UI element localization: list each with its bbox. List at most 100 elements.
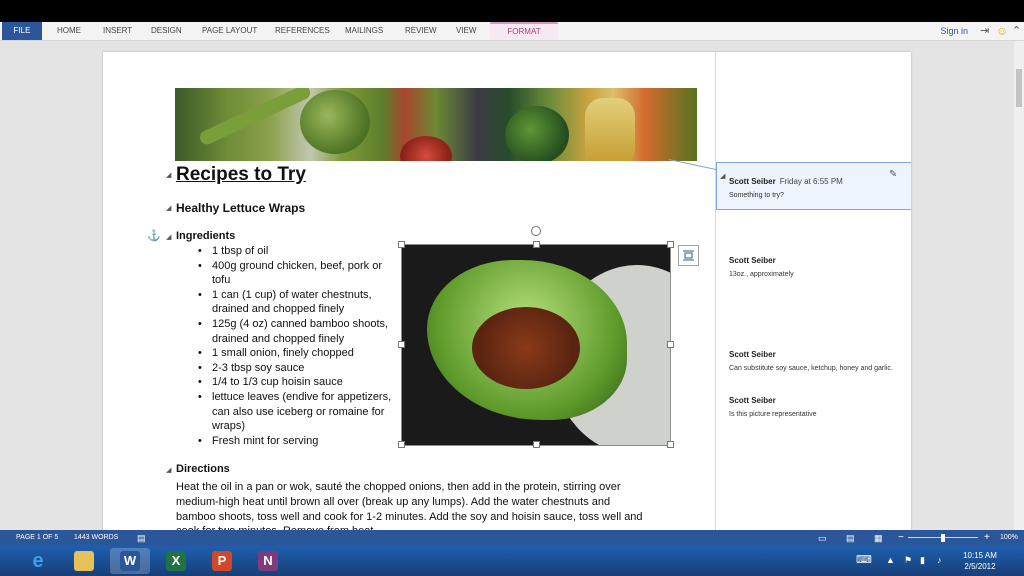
tab-references[interactable]: REFERENCES xyxy=(275,22,330,40)
status-bar: PAGE 1 OF 5 1443 WORDS ▤ ▭ ▤ ▦ − + 100% xyxy=(0,530,1024,546)
ingredients-list: 1 tbsp of oil 400g ground chicken, beef,… xyxy=(193,244,398,448)
list-item: 400g ground chicken, beef, pork or tofu xyxy=(193,259,398,288)
filling-shape xyxy=(472,307,580,389)
directions-paragraph: Heat the oil in a pan or wok, sauté the … xyxy=(176,481,643,530)
taskbar-file-explorer[interactable] xyxy=(64,548,104,574)
comment-author: Scott Seiber xyxy=(729,177,776,186)
reply-comment-icon[interactable]: ✎ xyxy=(889,169,897,180)
tab-view[interactable]: VIEW xyxy=(456,22,476,40)
clock-time: 10:15 AM xyxy=(963,551,997,560)
resize-handle[interactable] xyxy=(398,341,405,348)
read-mode-icon[interactable]: ▭ xyxy=(818,530,827,546)
collapse-arrow-icon[interactable]: ◢ xyxy=(166,233,171,241)
taskbar-internet-explorer[interactable]: e xyxy=(18,548,58,574)
vegetables-banner-image[interactable] xyxy=(175,88,697,161)
list-item: 125g (4 oz) canned bamboo shoots, draine… xyxy=(193,317,398,346)
word-count[interactable]: 1443 WORDS xyxy=(74,530,118,546)
markup-area-divider xyxy=(715,52,716,530)
network-icon[interactable]: ▮ xyxy=(920,555,925,566)
list-item: lettuce leaves (endive for appetizers, c… xyxy=(193,390,398,434)
list-item: Fresh mint for serving xyxy=(193,434,398,449)
comment-author: Scott Seiber xyxy=(729,256,776,265)
folder-icon xyxy=(74,551,94,571)
volume-icon[interactable]: ♪ xyxy=(937,555,942,565)
taskbar-clock[interactable]: 10:15 AM 2/5/2012 xyxy=(950,550,1010,572)
resize-handle[interactable] xyxy=(667,241,674,248)
comment[interactable]: Scott Seiber Is this picture representat… xyxy=(729,390,905,418)
resize-handle[interactable] xyxy=(398,241,405,248)
collapse-arrow-icon[interactable]: ◢ xyxy=(720,172,725,180)
comment[interactable]: Scott Seiber 13oz., approximately xyxy=(729,250,905,278)
comment-time: Friday at 6:55 PM xyxy=(779,177,843,186)
tab-mailings[interactable]: MAILINGS xyxy=(345,22,383,40)
comment-text: Can substitute soy sauce, ketchup, honey… xyxy=(729,365,893,372)
keyboard-icon[interactable]: ⌨ xyxy=(856,553,872,566)
zoom-out-button[interactable]: − xyxy=(898,530,904,546)
comment-text: 13oz., approximately xyxy=(729,271,794,278)
clock-date: 2/5/2012 xyxy=(964,562,996,571)
onenote-icon: N xyxy=(258,551,278,571)
zoom-level[interactable]: 100% xyxy=(1000,530,1018,546)
document-workspace: ◢ Recipes to Try ◢ Healthy Lettuce Wraps… xyxy=(0,41,1024,530)
pin-icon[interactable]: ⇥ xyxy=(980,24,989,38)
print-layout-icon[interactable]: ▤ xyxy=(846,530,855,546)
tab-insert[interactable]: INSERT xyxy=(103,22,132,40)
taskbar-onenote[interactable]: N xyxy=(248,548,288,574)
web-layout-icon[interactable]: ▦ xyxy=(874,530,883,546)
sign-in-link[interactable]: Sign in xyxy=(940,22,968,40)
taskbar-word[interactable]: W xyxy=(110,548,150,574)
taskbar-powerpoint[interactable]: P xyxy=(202,548,242,574)
layout-options-icon xyxy=(683,250,694,261)
lettuce-wrap-photo[interactable] xyxy=(401,244,671,446)
tomato-shape xyxy=(400,136,452,161)
collapse-arrow-icon[interactable]: ◢ xyxy=(166,204,171,212)
tab-file[interactable]: FILE xyxy=(2,22,42,40)
document-page: ◢ Recipes to Try ◢ Healthy Lettuce Wraps… xyxy=(103,52,911,530)
comment[interactable]: Scott Seiber Can substitute soy sauce, k… xyxy=(729,344,905,372)
resize-handle[interactable] xyxy=(533,241,540,248)
list-item: 1/4 to 1/3 cup hoisin sauce xyxy=(193,375,398,390)
tab-home[interactable]: HOME xyxy=(57,22,81,40)
taskbar-excel[interactable]: X xyxy=(156,548,196,574)
collapse-ribbon-icon[interactable]: ⌃ xyxy=(1012,24,1021,38)
resize-handle[interactable] xyxy=(533,441,540,448)
anchor-icon[interactable]: ⚓ xyxy=(147,229,161,242)
resize-handle[interactable] xyxy=(667,341,674,348)
word-icon: W xyxy=(120,551,140,571)
broccoli-shape xyxy=(300,90,370,154)
ingredients-heading: Ingredients xyxy=(176,230,236,242)
show-hidden-icons[interactable]: ▲ xyxy=(886,555,895,565)
list-item: 1 small onion, finely chopped xyxy=(193,346,398,361)
comment[interactable]: Scott Seiber Friday at 6:55 PM Something … xyxy=(729,171,905,199)
recipe-heading: Healthy Lettuce Wraps xyxy=(176,201,306,215)
tab-review[interactable]: REVIEW xyxy=(405,22,437,40)
zoom-in-button[interactable]: + xyxy=(984,530,990,546)
kale-shape xyxy=(505,106,569,161)
vertical-scrollbar[interactable] xyxy=(1014,41,1024,530)
zoom-slider-thumb[interactable] xyxy=(941,534,945,542)
powerpoint-icon: P xyxy=(212,551,232,571)
proofing-icon[interactable]: ▤ xyxy=(137,530,146,546)
list-item: 2-3 tbsp soy sauce xyxy=(193,361,398,376)
tab-format[interactable]: FORMAT xyxy=(490,22,558,40)
asparagus-shape xyxy=(197,88,313,147)
collapse-arrow-icon[interactable]: ◢ xyxy=(166,171,171,179)
layout-options-button[interactable] xyxy=(678,245,699,266)
comment-author: Scott Seiber xyxy=(729,350,776,359)
tab-design[interactable]: DESIGN xyxy=(151,22,182,40)
corn-shape xyxy=(585,98,635,161)
directions-heading: Directions xyxy=(176,463,230,475)
list-item: 1 tbsp of oil xyxy=(193,244,398,259)
internet-explorer-icon: e xyxy=(32,550,44,572)
comment-author: Scott Seiber xyxy=(729,396,776,405)
rotate-handle[interactable] xyxy=(531,226,541,236)
resize-handle[interactable] xyxy=(398,441,405,448)
page-count[interactable]: PAGE 1 OF 5 xyxy=(16,530,58,546)
scrollbar-thumb[interactable] xyxy=(1016,69,1022,107)
document-title: Recipes to Try xyxy=(176,164,306,185)
flag-icon[interactable]: ⚑ xyxy=(904,555,912,566)
resize-handle[interactable] xyxy=(667,441,674,448)
tab-page-layout[interactable]: PAGE LAYOUT xyxy=(202,22,257,40)
collapse-arrow-icon[interactable]: ◢ xyxy=(166,466,171,474)
smiley-feedback-icon[interactable]: ☺ xyxy=(996,24,1008,38)
